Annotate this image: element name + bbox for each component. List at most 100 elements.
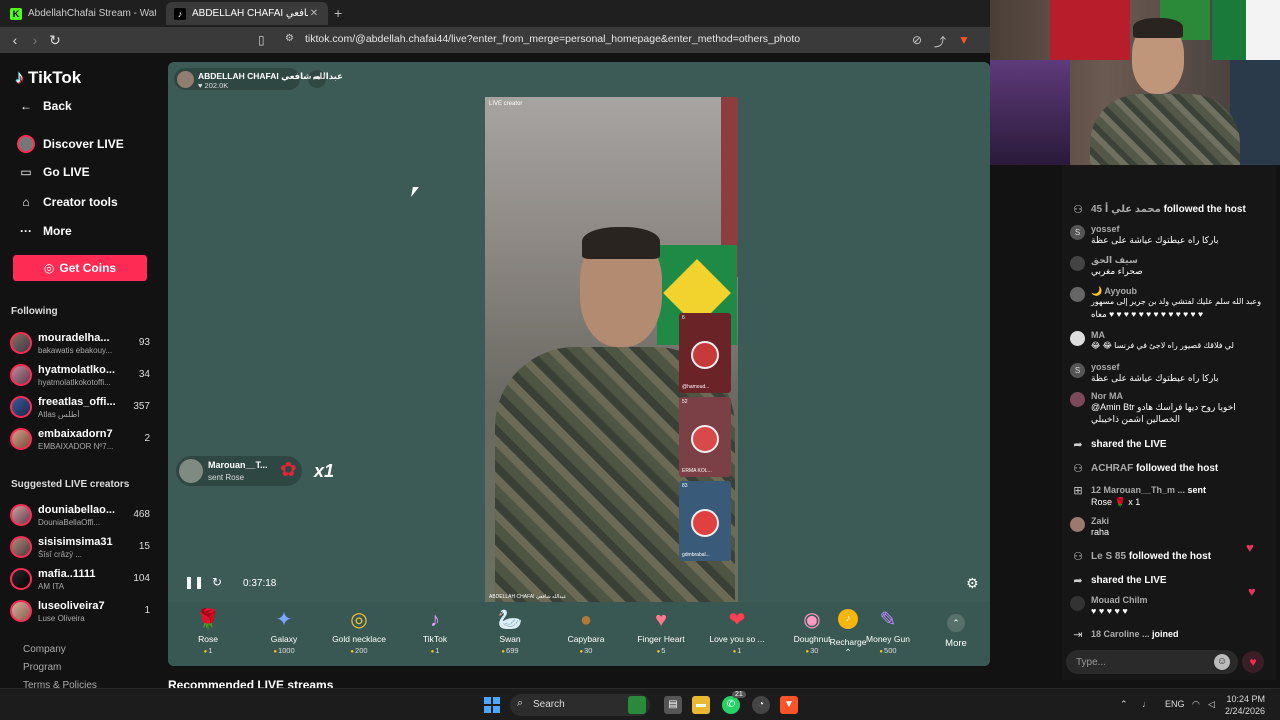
coin-icon: ♪: [838, 609, 858, 629]
swan-icon: 🦢: [497, 609, 523, 631]
guest-tile[interactable]: 83 gdmbrabal...: [679, 481, 731, 561]
following-item[interactable]: freeatlas_offi... Atlas أطلس 357: [10, 394, 150, 424]
host-likes: ♥ 202.0K: [198, 81, 229, 90]
rose-icon: ✿: [280, 459, 297, 481]
app-icon[interactable]: ◔: [752, 696, 770, 714]
rose-icon: 🌹: [195, 609, 221, 631]
avatar: [691, 341, 719, 369]
suggested-item[interactable]: mafia..1111 AM ITA 104: [10, 566, 150, 596]
forward-icon[interactable]: ›: [26, 31, 44, 49]
flag-widget-icon[interactable]: [628, 696, 646, 714]
avatar: [10, 364, 32, 386]
browser-tab-tiktok[interactable]: ♪ ABDELLAH CHAFAI عبدالله شافعي ✕: [166, 2, 328, 25]
url-field[interactable]: tiktok.com/@abdellah.chafai44/live?enter…: [305, 33, 800, 45]
new-tab-button[interactable]: +: [334, 5, 342, 21]
following-item[interactable]: embaixadorn7 EMBAIXADOR Nº7... 2: [10, 426, 150, 456]
reload-icon[interactable]: ↻: [46, 31, 64, 49]
taskbar: ⌕ Search ▤ ▬ ✆ 21 ◔ ▼ ⌃ ♩ ENG ◠ ◁ 10:24 …: [0, 688, 1280, 720]
tiktok-gift-icon: ♪: [430, 609, 440, 631]
guest-tile[interactable]: 6 @hamoud...: [679, 313, 731, 393]
nav-back[interactable]: ← Back: [16, 99, 72, 113]
avatar: [10, 332, 32, 354]
video-stream[interactable]: LIVE creator 6 @hamoud... 52 ERMA KOL...…: [485, 97, 738, 603]
microphone-icon[interactable]: ♩: [1142, 699, 1151, 709]
site-info-icon[interactable]: ⚙: [285, 33, 294, 44]
stream-caption: ABDELLAH CHAFAI عبدالله شافعي: [489, 594, 567, 600]
wifi-icon[interactable]: ◠: [1192, 699, 1200, 710]
chat-panel: ⚇ 45 محمد علي أ followed the host S yoss…: [1062, 165, 1276, 680]
folder-icon[interactable]: ▬: [692, 696, 710, 714]
avatar: [10, 600, 32, 622]
guest-tile[interactable]: 52 ERMA KOL...: [679, 397, 731, 477]
suggested-item[interactable]: luseoliveira7 Luse Oliveira 1: [10, 598, 150, 628]
host-badge[interactable]: ABDELLAH CHAFAI عبدالله شافعي ♥ 202.0K: [174, 68, 343, 90]
suggested-title: Suggested LIVE creators: [11, 479, 130, 490]
finger-heart-icon: ♥: [655, 609, 667, 631]
more-gifts-button[interactable]: ⌃ More: [940, 614, 972, 649]
coin-icon: ◎: [43, 261, 55, 275]
viewer-count: 1: [144, 605, 150, 616]
galaxy-icon: ✦: [275, 609, 293, 631]
whatsapp-icon[interactable]: ✆: [722, 696, 740, 714]
close-tab-icon[interactable]: ✕: [308, 8, 320, 19]
nav-more[interactable]: ··· More: [16, 224, 72, 238]
bookmark-icon[interactable]: ▯: [258, 33, 265, 47]
gift-icon: ⊞: [1073, 485, 1083, 497]
gift-finger-heart[interactable]: ♥ Finger Heart 5: [629, 608, 693, 655]
footer-link-company[interactable]: Company: [23, 644, 66, 655]
tiktok-logo[interactable]: ♪ TikTok: [15, 67, 81, 88]
get-coins-button[interactable]: ◎ Get Coins: [13, 255, 147, 281]
viewer-count: 15: [138, 541, 150, 552]
brave-icon[interactable]: ▼: [780, 696, 798, 714]
file-explorer-icon[interactable]: ▤: [664, 696, 682, 714]
emoji-icon[interactable]: ☺: [1214, 654, 1230, 670]
back-icon[interactable]: ‹: [6, 31, 24, 49]
search-icon: ⌕: [517, 697, 524, 709]
join-icon: ⇥: [1073, 629, 1083, 641]
following-item[interactable]: hyatmolatlko... hyatmolatlkokotoffi... 3…: [10, 362, 150, 392]
notification-badge: 21: [732, 691, 746, 698]
gift-capybara[interactable]: ● Capybara 30: [554, 608, 618, 655]
gift-love-you[interactable]: ❤ Love you so ... 1: [705, 608, 769, 655]
suggested-item[interactable]: sisisimsima31 Šîsî crâzÿ ... 15: [10, 534, 150, 564]
like-heart-button[interactable]: ♥: [1242, 651, 1264, 673]
footer-link-program[interactable]: Program: [23, 662, 61, 673]
viewer-count: 104: [133, 573, 150, 584]
avatar: [1070, 392, 1085, 407]
viewer-count: 357: [133, 401, 150, 412]
suggested-item[interactable]: douniabellao... DouniaBellaOffi... 468: [10, 502, 150, 532]
no-camera-icon[interactable]: ⊘: [912, 33, 922, 47]
avatar: [1070, 596, 1085, 611]
gift-rose[interactable]: 🌹 Rose 1: [176, 608, 240, 655]
nav-go-live[interactable]: ▭ Go LIVE: [16, 165, 89, 179]
gift-tiktok[interactable]: ♪ TikTok 1: [403, 608, 467, 655]
windows-start-icon[interactable]: [484, 697, 500, 713]
chevron-up-icon[interactable]: ⌃: [1120, 699, 1128, 710]
settings-icon[interactable]: ⚙: [966, 575, 979, 592]
tab-title: ABDELLAH CHAFAI عبدالله شافعي: [192, 8, 308, 19]
refresh-icon[interactable]: ↻: [212, 575, 222, 589]
pause-icon[interactable]: ❚❚: [184, 575, 204, 589]
share-icon[interactable]: ➦: [308, 70, 326, 88]
language-indicator[interactable]: ENG: [1165, 699, 1185, 709]
browser-tab-stream[interactable]: K AbdellahChafai Stream - Watch Live: [2, 2, 164, 25]
recharge-button[interactable]: ♪ Recharge ⌃: [826, 603, 870, 663]
chat-input[interactable]: [1076, 654, 1206, 670]
time-elapsed: 0:37:18: [243, 578, 277, 589]
following-item[interactable]: mouradelha... bakawatis ebakouy... 93: [10, 330, 150, 360]
brave-shield-icon[interactable]: ▼: [958, 33, 970, 47]
share-icon[interactable]: ⤴: [934, 33, 946, 50]
gift-galaxy[interactable]: ✦ Galaxy 1000: [252, 608, 316, 655]
nav-discover-live[interactable]: Discover LIVE: [16, 135, 124, 153]
avatar: [1070, 287, 1085, 302]
nav-creator-tools[interactable]: ⌂ Creator tools: [16, 195, 117, 209]
gift-gold-necklace[interactable]: ◎ Gold necklace 200: [327, 608, 391, 655]
live-avatar-icon: [16, 135, 36, 153]
gift-swan[interactable]: 🦢 Swan 699: [478, 608, 542, 655]
avatar: [10, 396, 32, 418]
algeria-flag: [1212, 0, 1280, 60]
live-creator-tag: LIVE creator: [489, 101, 523, 107]
volume-icon[interactable]: ◁: [1208, 699, 1215, 710]
avatar: [1070, 517, 1085, 532]
clock[interactable]: 10:24 PM 2/24/2026: [1225, 693, 1265, 717]
